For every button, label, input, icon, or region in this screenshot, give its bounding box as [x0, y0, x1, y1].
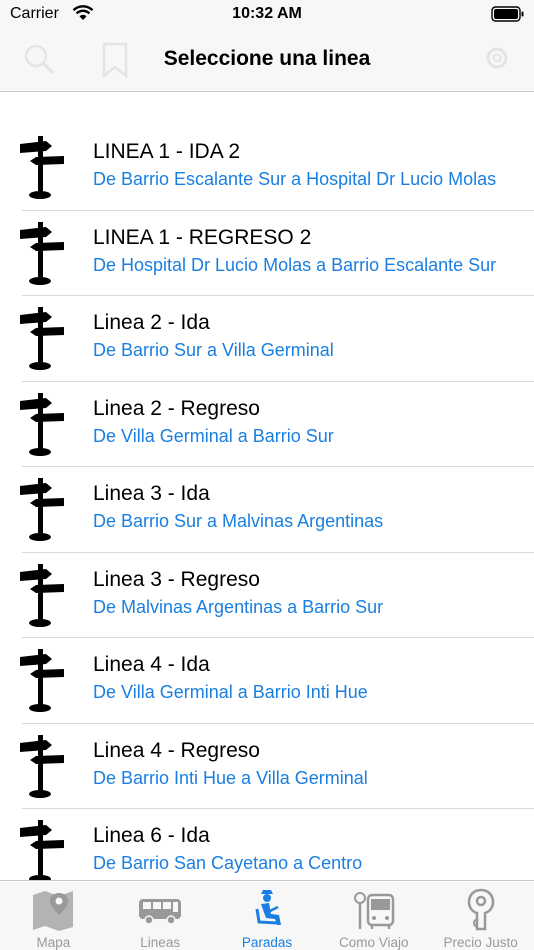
status-bar: Carrier 10:32 AM — [0, 0, 534, 30]
bus-line-title: LINEA 1 - IDA 2 — [93, 140, 241, 163]
clock: 10:32 AM — [232, 5, 302, 22]
tab-label: Lineas — [140, 935, 181, 950]
signpost-icon — [20, 392, 64, 456]
bus-line-route: De Barrio Inti Hue a Villa Germinal — [93, 767, 368, 788]
signpost-icon — [20, 136, 64, 199]
bus-line-route: De Villa Germinal a Barrio Inti Hue — [93, 682, 368, 702]
bus-line-title: LINEA 1 - REGRESO 2 — [93, 225, 312, 249]
bus-line-title: Linea 6 - Ida — [93, 824, 210, 847]
tab-mapa[interactable]: Mapa — [0, 881, 107, 950]
signpost-icon — [20, 307, 64, 370]
page-title: Seleccione una linea — [163, 47, 371, 70]
tab-label: Precio Justo — [443, 935, 518, 950]
bus-line-row[interactable]: Linea 4 - Regreso De Barrio Inti Hue a V… — [0, 724, 534, 810]
navigation-bar: Seleccione una linea — [0, 30, 534, 92]
price-tag-icon — [467, 888, 494, 931]
bus-line-route: De Villa Germinal a Barrio Sur — [93, 425, 334, 446]
settings-icon[interactable] — [482, 42, 512, 74]
bus-stop-icon — [353, 892, 395, 929]
bus-line-title: Linea 2 - Regreso — [93, 396, 260, 420]
signpost-icon — [20, 478, 64, 541]
signpost-icon — [20, 734, 64, 798]
tab-label: Mapa — [36, 935, 71, 950]
bus-line-row[interactable]: LINEA 1 - REGRESO 2 De Hospital Dr Lucio… — [0, 211, 534, 297]
tab-label: Como Viajo — [339, 935, 409, 950]
tab-paradas[interactable]: Paradas — [214, 881, 321, 950]
signpost-icon — [20, 820, 64, 880]
bus-line-row[interactable]: Linea 3 - Ida De Barrio Sur a Malvinas A… — [0, 467, 534, 553]
signpost-icon — [20, 563, 64, 627]
bus-stop-seat-icon — [255, 890, 281, 925]
bus-line-list[interactable]: LINEA 1 - IDA 2 De Barrio Escalante Sur … — [0, 92, 534, 880]
bus-line-title: Linea 4 - Regreso — [93, 738, 260, 762]
bus-line-route: De Barrio Sur a Villa Germinal — [93, 340, 334, 360]
tab-precio-justo[interactable]: Precio Justo — [427, 881, 534, 950]
battery-icon — [491, 6, 524, 22]
bus-line-title: Linea 2 - Ida — [93, 311, 210, 334]
tab-label: Paradas — [241, 935, 293, 950]
bus-line-row[interactable]: Linea 2 - Regreso De Villa Germinal a Ba… — [0, 382, 534, 468]
bus-line-route: De Barrio Sur a Malvinas Argentinas — [93, 511, 384, 531]
bus-icon — [139, 899, 182, 925]
bus-line-route: De Barrio San Cayetano a Centro — [93, 853, 363, 873]
bus-line-row[interactable]: LINEA 1 - IDA 2 De Barrio Escalante Sur … — [0, 125, 534, 211]
bus-line-route: De Malvinas Argentinas a Barrio Sur — [93, 596, 384, 617]
bus-line-row[interactable]: Linea 6 - Ida De Barrio San Cayetano a C… — [0, 809, 534, 880]
bus-line-route: De Barrio Escalante Sur a Hospital Dr Lu… — [93, 169, 497, 189]
bus-line-row[interactable]: Linea 4 - Ida De Villa Germinal a Barrio… — [0, 638, 534, 724]
map-icon — [33, 891, 74, 931]
bus-line-title: Linea 3 - Regreso — [93, 567, 260, 591]
bus-line-route: De Hospital Dr Lucio Molas a Barrio Esca… — [93, 254, 497, 275]
bus-line-title: Linea 3 - Ida — [93, 482, 210, 505]
bus-line-row[interactable]: Linea 3 - Regreso De Malvinas Argentinas… — [0, 553, 534, 639]
bus-line-row[interactable]: Linea 2 - Ida De Barrio Sur a Villa Germ… — [0, 296, 534, 382]
tab-como-viajo[interactable]: Como Viajo — [320, 881, 427, 950]
signpost-icon — [20, 221, 64, 285]
signpost-icon — [20, 649, 64, 712]
bus-line-title: Linea 4 - Ida — [93, 653, 210, 676]
tab-bar: Mapa Lineas Paradas Como Viajo Precio Ju… — [0, 880, 534, 950]
tab-lineas[interactable]: Lineas — [107, 881, 214, 950]
